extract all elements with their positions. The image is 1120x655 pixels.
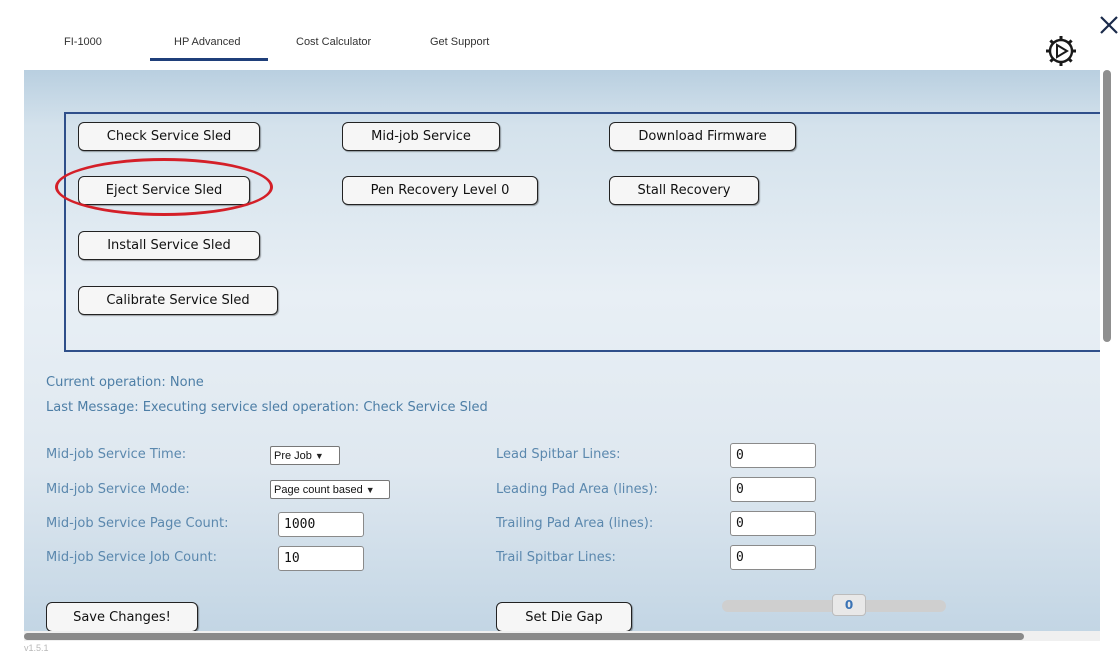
tab-fi-1000[interactable]: FI-1000 xyxy=(64,36,102,48)
tab-hp-advanced[interactable]: HP Advanced xyxy=(174,36,240,48)
service-mode-label: Mid-job Service Mode: xyxy=(46,482,190,497)
service-time-value: Pre Job xyxy=(274,449,312,462)
chevron-down-icon: ▼ xyxy=(314,450,324,461)
leading-pad-label: Leading Pad Area (lines): xyxy=(496,482,658,497)
pen-recovery-button[interactable]: Pen Recovery Level 0 xyxy=(342,176,538,205)
hp-advanced-panel: Check Service Sled Eject Service Sled In… xyxy=(24,70,1100,635)
chevron-down-icon: ▼ xyxy=(365,484,375,495)
job-count-label: Mid-job Service Job Count: xyxy=(46,550,218,565)
download-firmware-button[interactable]: Download Firmware xyxy=(609,122,796,151)
last-message-text: Last Message: Executing service sled ope… xyxy=(46,400,488,415)
page-count-label: Mid-job Service Page Count: xyxy=(46,516,229,531)
leading-pad-input[interactable]: 0 xyxy=(730,477,816,502)
service-mode-select[interactable]: Page count based ▼ xyxy=(270,480,390,499)
trailing-pad-input[interactable]: 0 xyxy=(730,511,816,536)
service-time-select[interactable]: Pre Job ▼ xyxy=(270,446,340,465)
version-label: v1.5.1 xyxy=(24,643,49,653)
horizontal-scrollbar[interactable] xyxy=(24,631,1100,641)
die-gap-slider-thumb[interactable]: 0 xyxy=(832,594,866,616)
set-die-gap-button[interactable]: Set Die Gap xyxy=(496,602,632,632)
trail-spitbar-label: Trail Spitbar Lines: xyxy=(496,550,616,565)
lead-spitbar-label: Lead Spitbar Lines: xyxy=(496,447,621,462)
save-changes-button[interactable]: Save Changes! xyxy=(46,602,198,632)
service-time-label: Mid-job Service Time: xyxy=(46,447,187,462)
tab-bar: FI-1000 HP Advanced Cost Calculator Get … xyxy=(0,0,1120,70)
stall-recovery-button[interactable]: Stall Recovery xyxy=(609,176,759,205)
check-service-sled-button[interactable]: Check Service Sled xyxy=(78,122,260,151)
lead-spitbar-input[interactable]: 0 xyxy=(730,443,816,468)
vertical-scrollbar-thumb[interactable] xyxy=(1103,70,1111,342)
tab-get-support[interactable]: Get Support xyxy=(430,36,489,48)
mid-job-service-button[interactable]: Mid-job Service xyxy=(342,122,500,151)
die-gap-slider[interactable]: 0 xyxy=(722,594,946,616)
eject-service-sled-button[interactable]: Eject Service Sled xyxy=(78,176,250,205)
trail-spitbar-input[interactable]: 0 xyxy=(730,545,816,570)
service-mode-value: Page count based xyxy=(274,483,363,496)
current-operation-text: Current operation: None xyxy=(46,375,204,390)
trailing-pad-label: Trailing Pad Area (lines): xyxy=(496,516,654,531)
tab-cost-calculator[interactable]: Cost Calculator xyxy=(296,36,371,48)
vertical-scrollbar[interactable] xyxy=(1100,70,1120,630)
horizontal-scrollbar-thumb[interactable] xyxy=(24,633,1024,640)
close-icon[interactable] xyxy=(1098,14,1120,36)
page-count-input[interactable]: 1000 xyxy=(278,512,364,537)
install-service-sled-button[interactable]: Install Service Sled xyxy=(78,231,260,260)
calibrate-service-sled-button[interactable]: Calibrate Service Sled xyxy=(78,286,278,315)
gear-icon[interactable] xyxy=(1044,34,1078,68)
active-tab-indicator xyxy=(150,58,268,61)
job-count-input[interactable]: 10 xyxy=(278,546,364,571)
